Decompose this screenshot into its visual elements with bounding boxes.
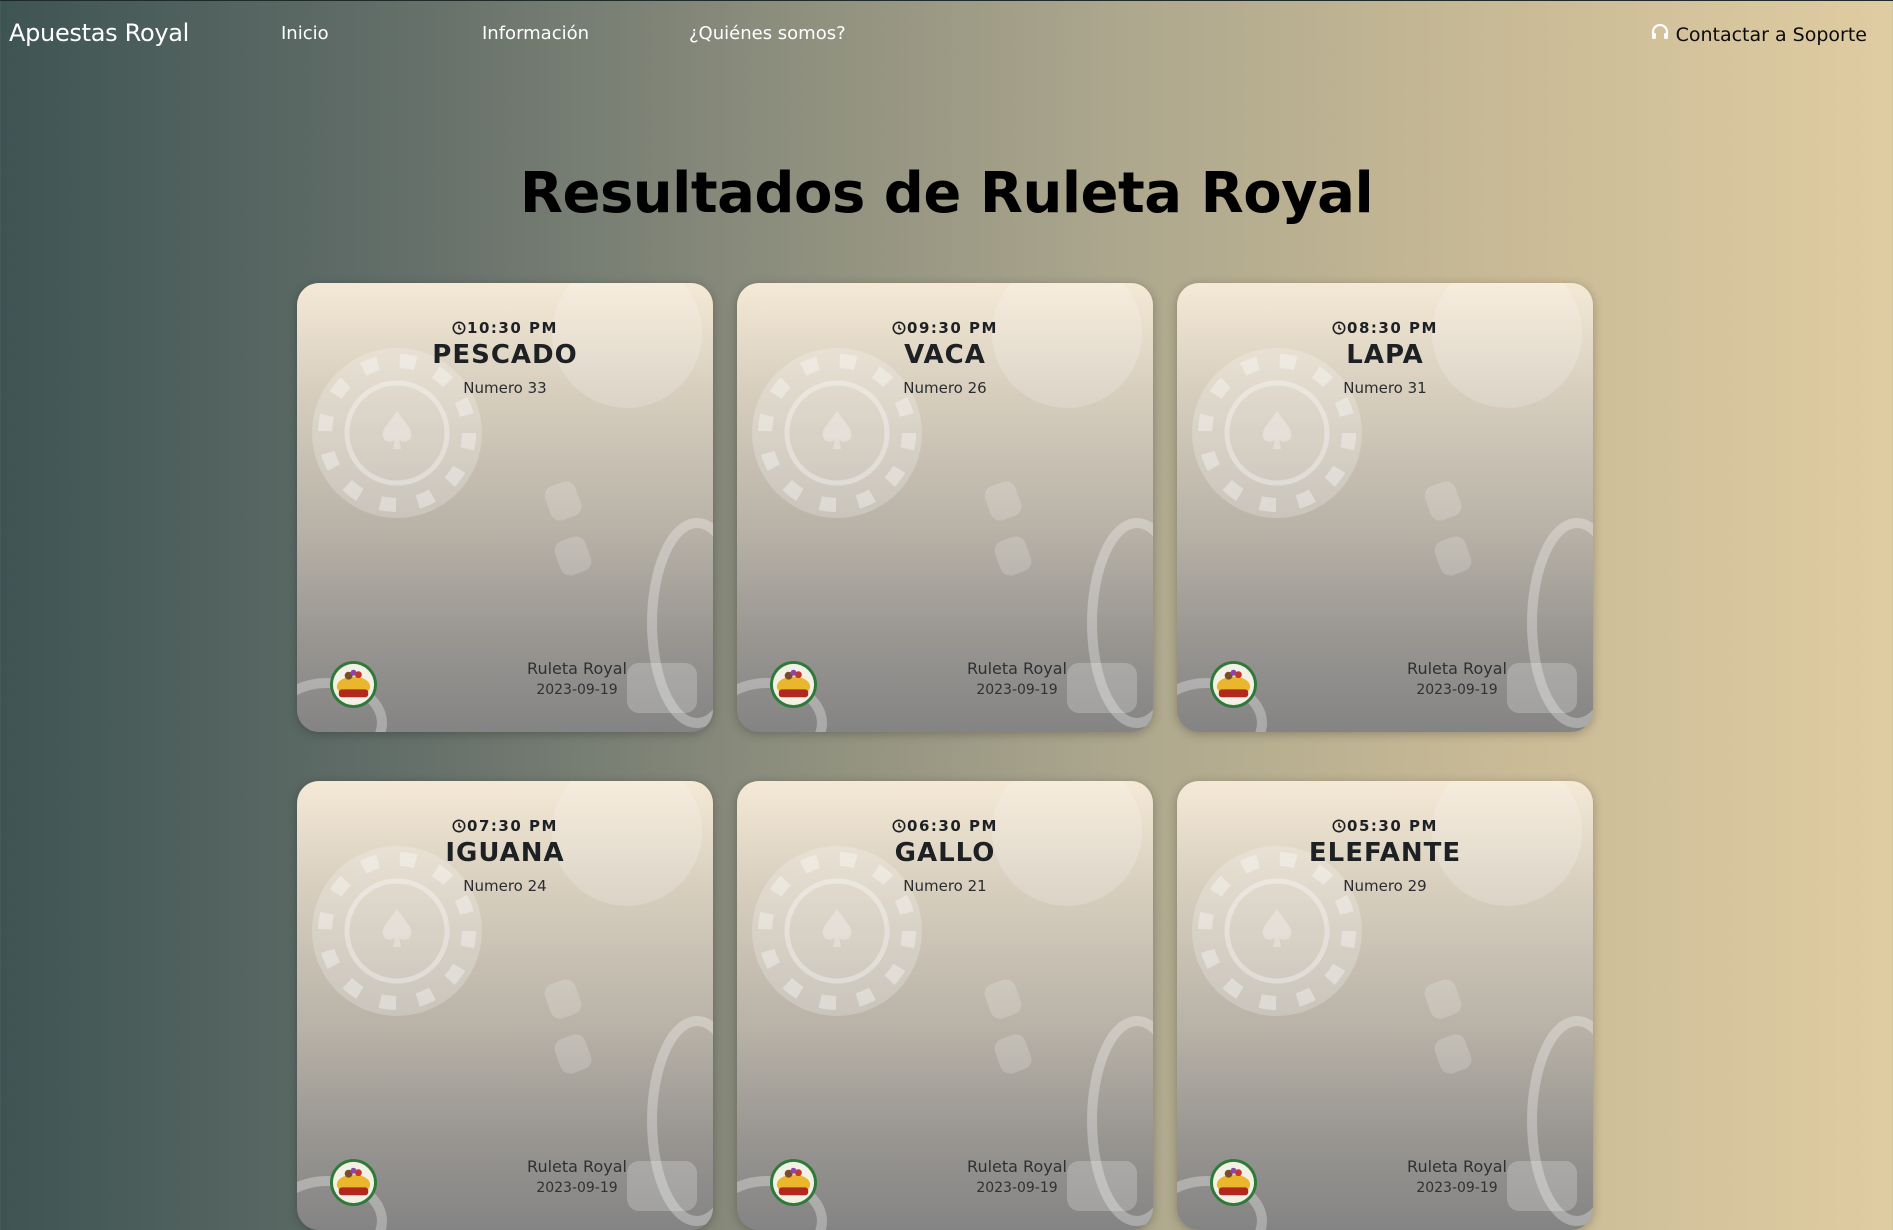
clock-icon	[1332, 817, 1347, 835]
contact-support-link[interactable]: Contactar a Soporte	[1650, 22, 1867, 47]
draw-time: 08:30 PM	[1177, 319, 1593, 337]
animal-name: PESCADO	[432, 340, 578, 370]
draw-time-label: 06:30 PM	[907, 817, 998, 835]
page-title: Resultados de Ruleta Royal	[519, 161, 1374, 226]
animal-name: IGUANA	[445, 838, 565, 868]
support-label: Contactar a Soporte	[1675, 23, 1867, 46]
nav-link-quienes-somos[interactable]: ¿Quiénes somos?	[689, 23, 846, 44]
game-name: Ruleta Royal	[1407, 659, 1507, 678]
ruleta-royal-logo	[769, 1158, 818, 1207]
ruleta-royal-logo	[329, 1158, 378, 1207]
result-date: 2023-09-19	[1416, 1180, 1498, 1196]
result-card[interactable]: 10:30 PM PESCADO Numero 33 Ruleta Royal …	[297, 283, 713, 732]
clock-icon	[1332, 319, 1347, 337]
result-date: 2023-09-19	[976, 1180, 1058, 1196]
result-card[interactable]: 07:30 PM IGUANA Numero 24 Ruleta Royal 2…	[297, 781, 713, 1230]
clock-icon	[892, 817, 907, 835]
game-name: Ruleta Royal	[527, 659, 627, 678]
result-date: 2023-09-19	[976, 682, 1058, 698]
draw-time: 06:30 PM	[737, 817, 1153, 835]
ruleta-royal-logo	[769, 660, 818, 709]
result-number: Numero 33	[463, 379, 547, 397]
draw-time: 10:30 PM	[297, 319, 713, 337]
game-name: Ruleta Royal	[967, 1157, 1067, 1176]
draw-time: 09:30 PM	[737, 319, 1153, 337]
result-number: Numero 31	[1343, 379, 1427, 397]
result-card[interactable]: 08:30 PM LAPA Numero 31 Ruleta Royal 202…	[1177, 283, 1593, 732]
animal-name: GALLO	[894, 838, 996, 868]
draw-time-label: 07:30 PM	[467, 817, 558, 835]
result-number: Numero 26	[903, 379, 987, 397]
animal-name: VACA	[904, 340, 986, 370]
animal-name: LAPA	[1346, 340, 1424, 370]
results-grid: 10:30 PM PESCADO Numero 33 Ruleta Royal …	[297, 283, 1597, 1230]
ruleta-royal-logo	[329, 660, 378, 709]
result-card[interactable]: 09:30 PM VACA Numero 26 Ruleta Royal 202…	[737, 283, 1153, 732]
result-number: Numero 21	[903, 877, 987, 895]
result-card[interactable]: 06:30 PM GALLO Numero 21 Ruleta Royal 20…	[737, 781, 1153, 1230]
draw-time: 07:30 PM	[297, 817, 713, 835]
draw-time-label: 05:30 PM	[1347, 817, 1438, 835]
draw-time: 05:30 PM	[1177, 817, 1593, 835]
result-number: Numero 24	[463, 877, 547, 895]
ruleta-royal-logo	[1209, 660, 1258, 709]
draw-time-label: 08:30 PM	[1347, 319, 1438, 337]
result-date: 2023-09-19	[1416, 682, 1498, 698]
nav-link-inicio[interactable]: Inicio	[281, 23, 329, 44]
draw-time-label: 10:30 PM	[467, 319, 558, 337]
game-name: Ruleta Royal	[967, 659, 1067, 678]
navbar: Apuestas Royal Inicio Información ¿Quién…	[0, 0, 1893, 67]
draw-time-label: 09:30 PM	[907, 319, 998, 337]
headphones-icon	[1650, 22, 1670, 47]
brand-link[interactable]: Apuestas Royal	[9, 19, 189, 47]
ruleta-royal-logo	[1209, 1158, 1258, 1207]
nav-link-informacion[interactable]: Información	[482, 23, 589, 44]
result-number: Numero 29	[1343, 877, 1427, 895]
clock-icon	[892, 319, 907, 337]
result-card[interactable]: 05:30 PM ELEFANTE Numero 29 Ruleta Royal…	[1177, 781, 1593, 1230]
result-date: 2023-09-19	[536, 682, 618, 698]
result-date: 2023-09-19	[536, 1180, 618, 1196]
game-name: Ruleta Royal	[527, 1157, 627, 1176]
game-name: Ruleta Royal	[1407, 1157, 1507, 1176]
clock-icon	[452, 817, 467, 835]
clock-icon	[452, 319, 467, 337]
animal-name: ELEFANTE	[1308, 838, 1462, 868]
